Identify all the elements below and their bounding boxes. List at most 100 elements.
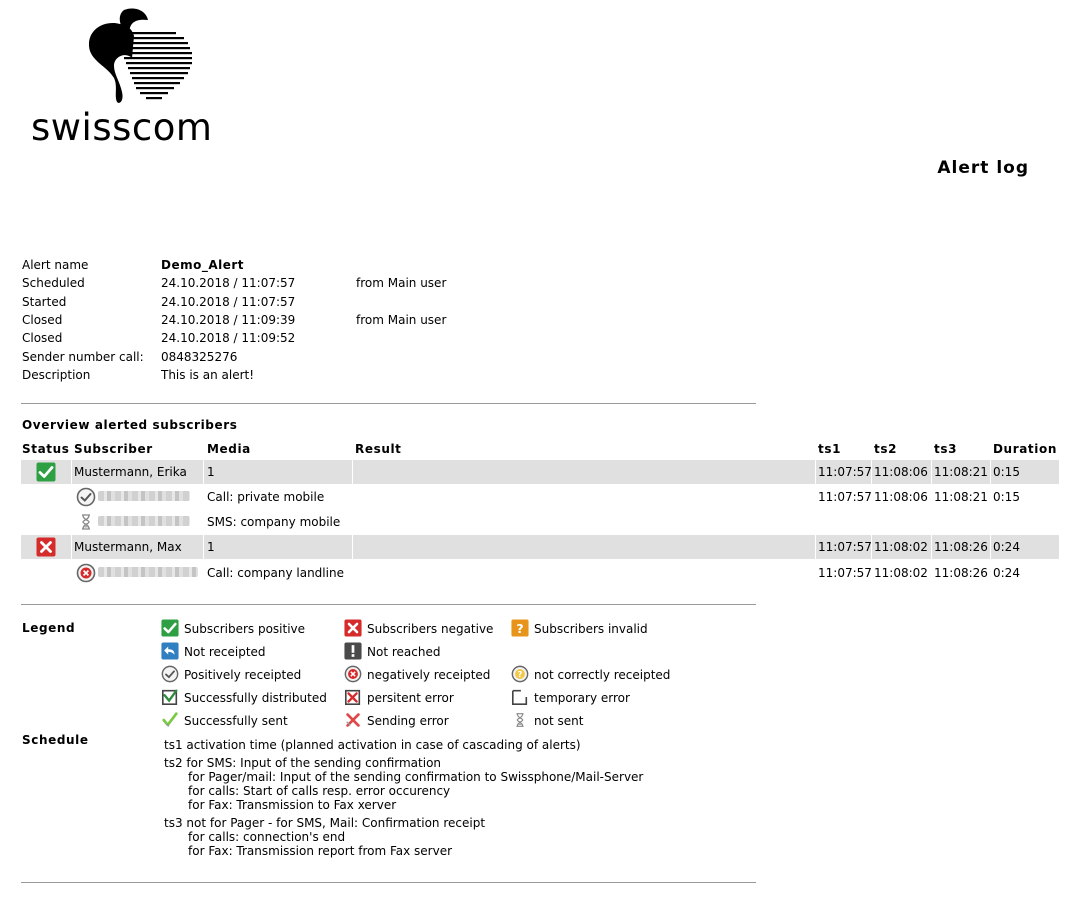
ts1-value: 11:07:57 — [818, 490, 872, 504]
schedule-line: for Fax: Transmission report from Fax se… — [188, 844, 453, 858]
legend-label: Not reached — [367, 645, 441, 659]
svg-text:?: ? — [518, 669, 523, 679]
schedule-line: ts2 for SMS: Input of the sending confir… — [164, 756, 442, 770]
persistent-error-icon — [344, 688, 362, 706]
ts2-value: 11:08:02 — [874, 566, 928, 580]
arrow-back-blue-icon — [161, 642, 179, 660]
temporary-error-icon — [511, 688, 529, 706]
overview-title: Overview alerted subscribers — [22, 418, 238, 432]
subscriber-media-count: 1 — [207, 540, 215, 554]
info-label: Started — [22, 295, 67, 309]
legend-label: Sending error — [367, 714, 449, 728]
info-value: 24.10.2018 / 11:07:57 — [161, 276, 296, 290]
ts3-value: 11:08:26 — [934, 540, 988, 554]
divider — [21, 403, 756, 404]
info-label: Scheduled — [22, 276, 85, 290]
subscriber-name: Mustermann, Max — [74, 540, 182, 554]
legend-label: not sent — [534, 714, 584, 728]
hourglass-icon — [76, 512, 96, 532]
legend-label: Subscribers negative — [367, 622, 494, 636]
column-header-ts1: ts1 — [818, 442, 842, 456]
info-label: Description — [22, 368, 91, 382]
detail-media: Call: company landline — [207, 566, 344, 580]
exclamation-dark-icon — [344, 642, 362, 660]
legend-label: Subscribers invalid — [534, 622, 648, 636]
ts3-value: 11:08:26 — [934, 566, 988, 580]
hourglass-icon — [511, 711, 529, 729]
column-header-status: Status — [22, 442, 70, 456]
legend-label: persitent error — [367, 691, 454, 705]
column-header-result: Result — [355, 442, 402, 456]
ts1-value: 11:07:57 — [818, 566, 872, 580]
schedule-line: ts3 not for Pager - for SMS, Mail: Confi… — [164, 816, 486, 830]
divider — [21, 604, 756, 605]
info-value: Demo_Alert — [161, 258, 245, 272]
schedule-line: ts1 activation time (planned activation … — [164, 738, 581, 752]
redacted-phone-number — [98, 516, 190, 526]
check-green-icon — [161, 619, 179, 637]
check-green-icon — [36, 462, 56, 482]
ts3-value: 11:08:21 — [934, 490, 988, 504]
schedule-line: for Fax: Transmission to Fax xerver — [188, 798, 397, 812]
column-header-subscriber: Subscriber — [74, 442, 153, 456]
ts2-value: 11:08:06 — [874, 465, 928, 479]
info-extra: from Main user — [356, 313, 447, 327]
schedule-line: for calls: connection's end — [188, 830, 346, 844]
legend-label: Positively receipted — [184, 668, 302, 682]
column-header-ts3: ts3 — [934, 442, 958, 456]
divider — [21, 882, 756, 883]
ts1-value: 11:07:57 — [818, 465, 872, 479]
svg-text:?: ? — [516, 621, 523, 636]
column-header-ts2: ts2 — [874, 442, 898, 456]
cross-red-icon — [344, 619, 362, 637]
info-value: 0848325276 — [161, 350, 238, 364]
positively-receipted-icon — [76, 487, 96, 507]
column-header-duration: Duration — [993, 442, 1057, 456]
legend-label: temporary error — [534, 691, 630, 705]
page-title: Alert log — [937, 158, 1029, 178]
sending-error-icon — [344, 711, 362, 729]
not-correctly-receipted-icon: ? — [511, 665, 529, 683]
info-value: 24.10.2018 / 11:09:52 — [161, 331, 296, 345]
legend-label: Subscribers positive — [184, 622, 306, 636]
duration-value: 0:24 — [993, 540, 1020, 554]
legend-title: Legend — [22, 621, 76, 635]
info-extra: from Main user — [356, 276, 447, 290]
swisscom-logo: swisscom — [22, 6, 232, 151]
info-label: Closed — [22, 331, 63, 345]
redacted-phone-number — [98, 567, 198, 577]
legend-label: negatively receipted — [367, 668, 491, 682]
schedule-title: Schedule — [22, 733, 89, 747]
distributed-icon — [161, 688, 179, 706]
duration-value: 0:15 — [993, 465, 1020, 479]
ts2-value: 11:08:02 — [874, 540, 928, 554]
brand-wordmark: swisscom — [31, 106, 213, 149]
schedule-line: for calls: Start of calls resp. error oc… — [188, 784, 451, 798]
legend-label: Successfully distributed — [184, 691, 327, 705]
info-value: 24.10.2018 / 11:09:39 — [161, 313, 296, 327]
subscriber-media-count: 1 — [207, 465, 215, 479]
info-label: Alert name — [22, 258, 89, 272]
detail-media: Call: private mobile — [207, 490, 325, 504]
positively-receipted-icon — [161, 665, 179, 683]
info-label: Closed — [22, 313, 63, 327]
question-orange-icon: ? — [511, 619, 529, 637]
ts3-value: 11:08:21 — [934, 465, 988, 479]
ts1-value: 11:07:57 — [818, 540, 872, 554]
negatively-receipted-icon — [76, 563, 96, 583]
detail-media: SMS: company mobile — [207, 515, 341, 529]
redacted-phone-number — [98, 491, 190, 501]
column-header-media: Media — [207, 442, 251, 456]
info-value: 24.10.2018 / 11:07:57 — [161, 295, 296, 309]
legend-label: Successfully sent — [184, 714, 288, 728]
subscriber-name: Mustermann, Erika — [74, 465, 187, 479]
cross-red-icon — [36, 537, 56, 557]
sent-check-icon — [161, 711, 179, 729]
ts2-value: 11:08:06 — [874, 490, 928, 504]
info-value: This is an alert! — [161, 368, 255, 382]
info-label: Sender number call: — [22, 350, 144, 364]
legend-label: not correctly receipted — [534, 668, 671, 682]
negatively-receipted-icon — [344, 665, 362, 683]
swisscom-lifeform-icon — [88, 8, 192, 103]
duration-value: 0:15 — [993, 490, 1020, 504]
